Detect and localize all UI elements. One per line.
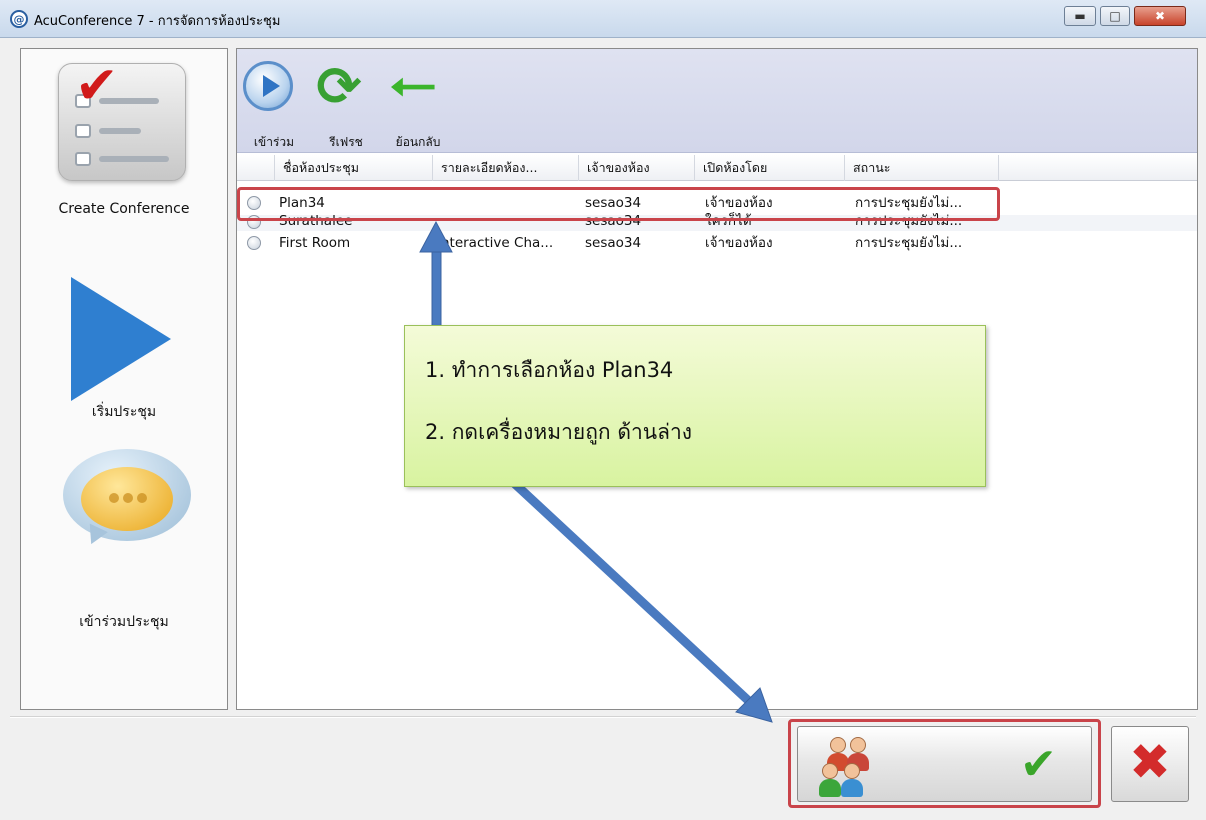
close-button[interactable]: ✖ xyxy=(1134,6,1186,26)
maximize-icon: □ xyxy=(1109,9,1121,23)
instruction-step-1: 1. ทำการเลือกห้อง Plan34 xyxy=(425,358,674,382)
confirm-button-highlight xyxy=(788,719,1101,808)
row-radio[interactable] xyxy=(247,236,261,250)
cell-room-detail: Interactive Cha... xyxy=(437,235,554,251)
back-arrow-icon: 🠀 xyxy=(389,53,437,121)
cell-owner: sesao34 xyxy=(585,235,642,251)
checklist-icon: ✔ xyxy=(58,56,186,181)
app-icon: @ xyxy=(10,10,28,28)
play-icon xyxy=(71,277,171,401)
toolbar: เข้าร่วม ⟳ รีเฟรช 🠀 ย้อนกลับ xyxy=(237,49,1197,153)
column-header-status[interactable]: สถานะ xyxy=(845,155,999,181)
maximize-button[interactable]: □ xyxy=(1100,6,1130,26)
close-icon: ✖ xyxy=(1154,9,1166,23)
dot-shape xyxy=(109,493,119,503)
column-header-opened-by[interactable]: เปิดห้องโดย xyxy=(695,155,845,181)
refresh-button[interactable]: ⟳ รีเฟรช xyxy=(311,53,381,151)
minimize-button[interactable]: ▬ xyxy=(1064,6,1096,26)
cell-opened-by: เจ้าของห้อง xyxy=(705,235,773,251)
list-line-shape xyxy=(99,128,141,134)
table-header: ชื่อห้องประชุม รายละเอียดห้อง... เจ้าของ… xyxy=(237,155,1197,181)
back-button[interactable]: 🠀 ย้อนกลับ xyxy=(383,53,453,151)
table-row[interactable]: First Room Interactive Cha... sesao34 เจ… xyxy=(237,233,1197,253)
dot-shape xyxy=(123,493,133,503)
cell-room-name: First Room xyxy=(279,235,351,251)
join-button-label: เข้าร่วม xyxy=(253,135,295,149)
footer-divider xyxy=(10,716,1196,718)
selected-row-highlight xyxy=(237,187,1000,221)
sidebar: ✔ Create Conference เริ่มประชุม เข้าร่วม… xyxy=(20,48,228,710)
cancel-button[interactable]: ✖ xyxy=(1111,726,1189,802)
instruction-callout: 1. ทำการเลือกห้อง Plan34 2. กดเครื่องหมา… xyxy=(404,325,986,487)
sidebar-item-label: เริ่มประชุม xyxy=(91,404,157,420)
back-button-label: ย้อนกลับ xyxy=(395,135,441,149)
checkbox-shape xyxy=(75,152,91,166)
sidebar-item-label: Create Conference xyxy=(58,201,190,217)
sidebar-item-create-conference[interactable]: ✔ Create Conference xyxy=(21,49,227,239)
refresh-button-label: รีเฟรช xyxy=(329,135,363,149)
instruction-step-2: 2. กดเครื่องหมายถูก ด้านล่าง xyxy=(425,420,693,444)
column-header-owner[interactable]: เจ้าของห้อง xyxy=(579,155,695,181)
checkbox-shape xyxy=(75,124,91,138)
header-spacer xyxy=(237,155,275,181)
sidebar-item-label: เข้าร่วมประชุม xyxy=(79,614,169,630)
join-button[interactable]: เข้าร่วม xyxy=(239,53,309,151)
cancel-x-icon: ✖ xyxy=(1129,733,1171,791)
title-bar: @ AcuConference 7 - การจัดการห้องประชุม … xyxy=(0,0,1206,38)
list-line-shape xyxy=(99,156,169,162)
dot-shape xyxy=(137,493,147,503)
cell-status: การประชุมยังไม่... xyxy=(855,235,963,251)
app-window: @ AcuConference 7 - การจัดการห้องประชุม … xyxy=(0,0,1206,820)
column-header-room-detail[interactable]: รายละเอียดห้อง... xyxy=(433,155,579,181)
refresh-icon: ⟳ xyxy=(316,55,362,118)
window-title: AcuConference 7 - การจัดการห้องประชุม xyxy=(34,14,281,29)
chat-bubble-icon xyxy=(63,449,193,559)
join-play-icon xyxy=(243,61,293,111)
red-check-icon: ✔ xyxy=(75,56,119,116)
minimize-icon: ▬ xyxy=(1074,9,1086,23)
sidebar-item-start-meeting[interactable]: เริ่มประชุม xyxy=(21,249,227,439)
column-header-room-name[interactable]: ชื่อห้องประชุม xyxy=(275,155,433,181)
sidebar-item-join-meeting[interactable]: เข้าร่วมประชุม xyxy=(21,449,227,639)
